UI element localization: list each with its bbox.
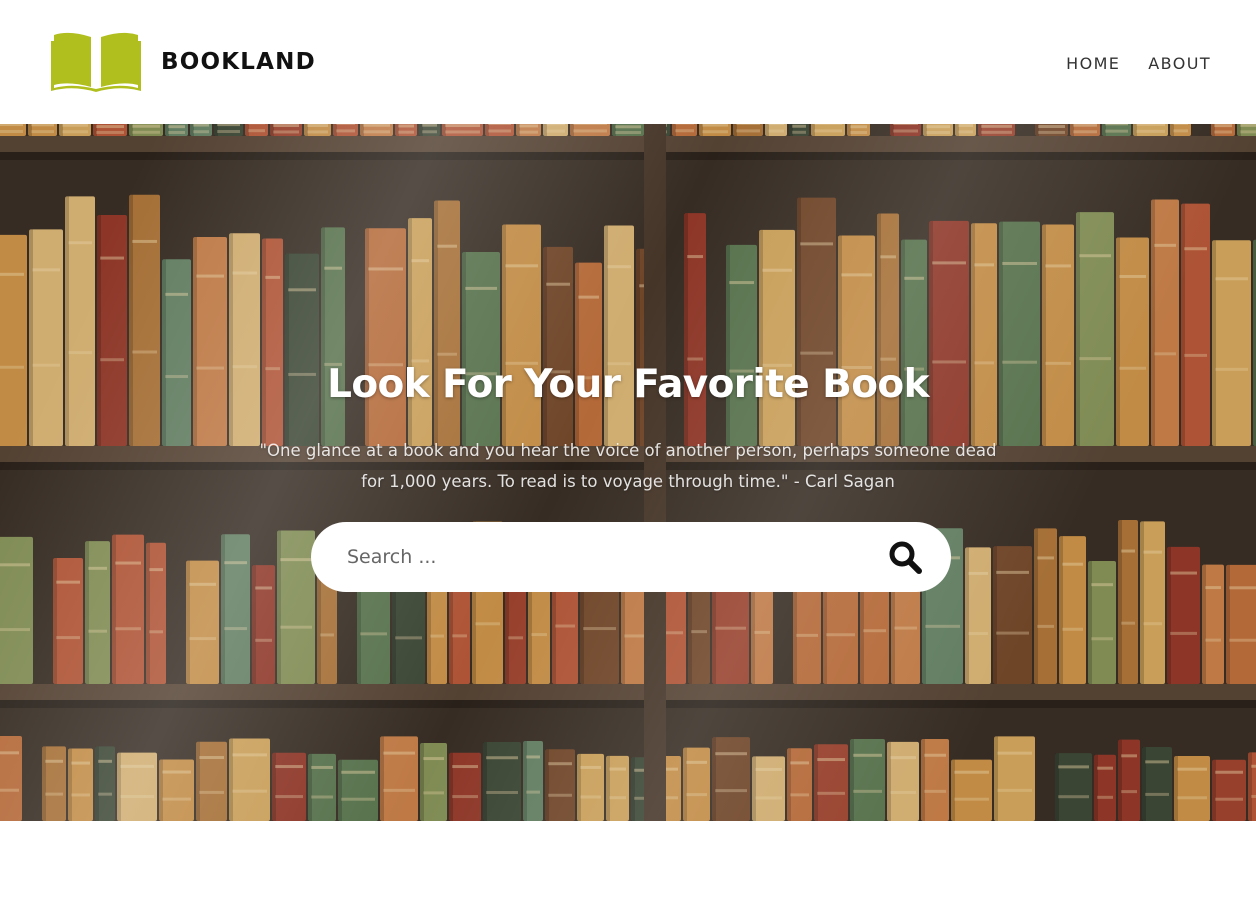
brand-name: BOOKLAND <box>161 49 316 75</box>
search-form <box>311 522 951 592</box>
open-book-icon <box>51 32 141 92</box>
hero-title: Look For Your Favorite Book <box>327 362 929 407</box>
hero-quote: "One glance at a book and you hear the v… <box>259 441 997 491</box>
search-button[interactable] <box>885 537 925 577</box>
search-input[interactable] <box>345 545 885 569</box>
main-nav: HOME ABOUT <box>1066 54 1211 73</box>
hero-banner: Look For Your Favorite Book "One glance … <box>0 124 1256 821</box>
search-icon <box>889 541 922 574</box>
hero-content: Look For Your Favorite Book "One glance … <box>0 362 1256 497</box>
site-header: BOOKLAND HOME ABOUT <box>0 0 1256 124</box>
nav-home-link[interactable]: HOME <box>1066 54 1120 73</box>
brand[interactable]: BOOKLAND <box>51 31 316 93</box>
nav-about-link[interactable]: ABOUT <box>1148 54 1211 73</box>
